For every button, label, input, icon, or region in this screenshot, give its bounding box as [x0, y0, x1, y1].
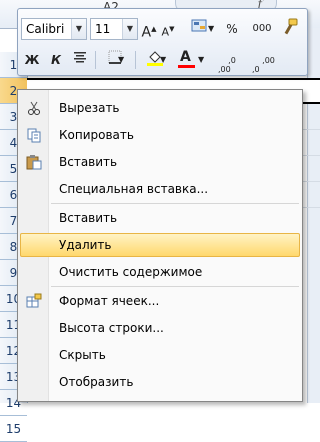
chevron-down-icon[interactable]: ▼ [71, 19, 86, 39]
menu-item-format-cells[interactable]: Формат ячеек... [20, 289, 300, 313]
mini-toolbar: Calibri ▼ 11 ▼ A▲ A▼ ▼ % 000 Ж К ▼ ▼ A ▼… [17, 8, 308, 76]
grow-font-icon: A [141, 24, 152, 41]
toolbar-separator [135, 51, 136, 69]
menu-item-clear-contents[interactable]: Очистить содержимое [20, 260, 300, 284]
font-name-value: Calibri [26, 22, 65, 36]
menu-item-label: Высота строки... [59, 321, 164, 335]
menu-item-label: Вставить [59, 155, 118, 169]
menu-item-label: Специальная вставка... [59, 182, 209, 196]
font-size-combo[interactable]: 11 ▼ [90, 18, 138, 40]
thousands-separator-icon: 000 [252, 23, 272, 34]
chevron-down-icon[interactable]: ▼ [118, 49, 124, 71]
menu-item-paste-special[interactable]: Специальная вставка... [20, 177, 300, 201]
menu-item-label: Вырезать [59, 101, 120, 115]
menu-item-paste[interactable]: Вставить [20, 150, 300, 174]
percent-icon: % [226, 22, 238, 36]
chevron-down-icon[interactable]: ▼ [198, 49, 204, 71]
bold-button[interactable]: Ж [23, 49, 41, 71]
menu-item-row-height[interactable]: Высота строки... [20, 316, 300, 340]
menu-item-copy[interactable]: Копировать [20, 123, 300, 147]
format-cells-icon [26, 293, 42, 309]
menu-item-insert[interactable]: Вставить [20, 206, 300, 230]
context-menu: Вырезать Копировать Вставить Специальная… [17, 89, 303, 402]
increase-decimal-button[interactable]: ,0 ,00 [218, 47, 244, 74]
font-color-swatch [178, 65, 195, 68]
paste-icon [26, 154, 42, 170]
format-painter-button[interactable] [280, 18, 300, 40]
menu-item-label: Удалить [59, 238, 112, 252]
menu-item-unhide[interactable]: Отобразить [20, 370, 300, 394]
chevron-down-icon[interactable]: ▼ [122, 19, 137, 39]
scissors-icon [26, 100, 42, 116]
borders-button[interactable]: ▼ [100, 49, 130, 71]
italic-button[interactable]: К [47, 49, 65, 71]
font-size-value: 11 [95, 22, 111, 36]
menu-item-label: Формат ячеек... [59, 294, 160, 308]
menu-item-label: Очистить содержимое [59, 265, 203, 279]
fill-color-button[interactable]: ▼ [140, 49, 170, 71]
cell-styles-button[interactable]: ▼ [190, 18, 214, 40]
percent-button[interactable]: % [224, 18, 240, 40]
menu-separator [51, 203, 299, 204]
shrink-font-button[interactable]: A▼ [159, 18, 177, 40]
thousands-button[interactable]: 000 [250, 18, 274, 40]
italic-icon: К [51, 53, 61, 67]
menu-item-label: Отобразить [59, 375, 134, 389]
menu-item-label: Скрыть [59, 348, 106, 362]
decrease-decimal-button[interactable]: ,00 ,0 [252, 47, 278, 74]
row-header[interactable]: 15 [0, 416, 27, 442]
font-color-button[interactable]: A ▼ [178, 49, 208, 71]
menu-item-delete[interactable]: Удалить [20, 233, 300, 257]
menu-separator [51, 286, 299, 287]
bold-icon: Ж [24, 53, 40, 67]
menu-item-cut[interactable]: Вырезать [20, 96, 300, 120]
menu-item-label: Вставить [59, 211, 118, 225]
align-center-icon [74, 52, 86, 63]
toolbar-separator [95, 51, 96, 69]
chevron-down-icon[interactable]: ▼ [160, 49, 166, 71]
grow-font-button[interactable]: A▲ [140, 18, 158, 41]
copy-icon [26, 127, 42, 143]
menu-item-hide[interactable]: Скрыть [20, 343, 300, 367]
align-center-button[interactable] [70, 49, 90, 71]
format-painter-icon [284, 18, 298, 35]
increase-decimal-icon: ,0 ,00 [218, 56, 236, 74]
font-name-combo[interactable]: Calibri ▼ [21, 18, 87, 40]
decrease-decimal-icon: ,00 ,0 [252, 56, 275, 74]
shrink-font-icon: A [161, 25, 170, 39]
menu-item-label: Копировать [59, 128, 134, 142]
cell-styles-icon [191, 19, 207, 32]
